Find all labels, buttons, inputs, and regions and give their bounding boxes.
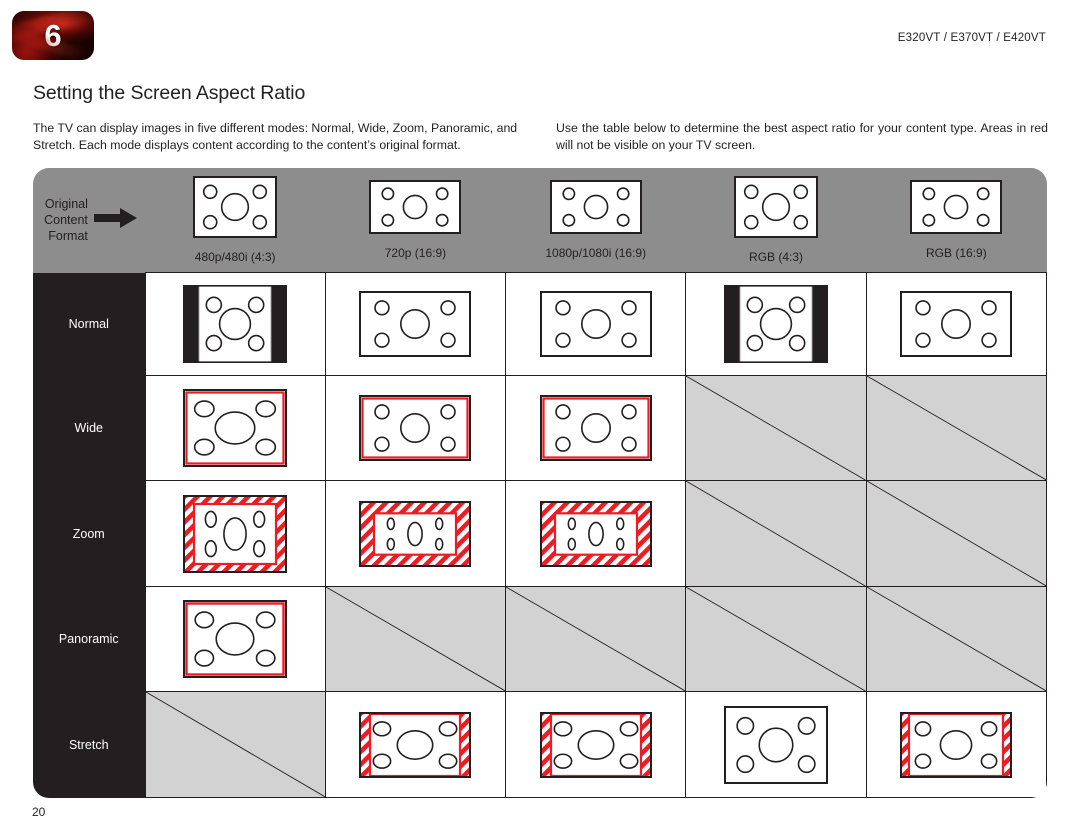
mode-label-stretch[interactable]: Stretch: [33, 691, 145, 798]
page-title: Setting the Screen Aspect Ratio: [33, 82, 306, 104]
aspect-figure-zoom-1080: [506, 500, 685, 567]
aspect-figure-stretch-720: [326, 711, 505, 778]
column-header-720: 720p (16:9): [325, 168, 506, 273]
cell-panoramic-rgb169: [865, 586, 1047, 692]
aspect-figure-normal-1080: [506, 291, 685, 357]
column-header-thumbnail-rgb43: [730, 172, 822, 243]
intro-right-line-1: Use the table below to determine the bes…: [556, 121, 978, 135]
cell-zoom-1080: [505, 480, 687, 587]
cell-zoom-480: [144, 480, 326, 587]
cell-zoom-rgb43: [685, 480, 867, 587]
column-header-rgb169: RGB (16:9): [866, 168, 1047, 273]
chapter-badge-number: 6: [44, 17, 62, 53]
table-row-zoom: Zoom: [33, 480, 1047, 587]
original-content-format-text: Original Content Format: [44, 197, 88, 244]
column-header-thumbnail-480: [189, 172, 281, 243]
unavailable-diagonal-icon: [506, 587, 685, 691]
chapter-badge: 6: [12, 11, 94, 60]
cell-normal-720: [324, 272, 507, 376]
aspect-figure-wide-480: [146, 389, 325, 467]
column-header-rgb43: RGB (4:3): [685, 168, 867, 273]
aspect-figure-wide-720: [326, 395, 505, 461]
cell-stretch-1080: [505, 691, 687, 798]
aspect-figure-wide-1080: [506, 395, 685, 461]
cell-wide-rgb43: [685, 375, 867, 481]
column-header-thumbnail-720: [365, 176, 465, 239]
intro-paragraph-left: The TV can display images in five differ…: [33, 121, 518, 152]
mode-label-panoramic[interactable]: Panoramic: [33, 586, 145, 692]
aspect-figure-stretch-rgb169: [867, 711, 1046, 778]
mode-label-normal[interactable]: Normal: [33, 272, 145, 376]
column-header-1080: 1080p/1080i (16:9): [505, 168, 686, 273]
column-header-480: 480p/480i (4:3): [145, 168, 326, 273]
unavailable-diagonal-icon: [686, 481, 865, 586]
unavailable-diagonal-icon: [146, 692, 325, 797]
aspect-ratio-grid: Original Content Format 480p/480i (4:3) 72…: [33, 168, 1047, 798]
cell-panoramic-1080: [505, 586, 687, 692]
mode-label-zoom[interactable]: Zoom: [33, 480, 145, 587]
cell-normal-480: [144, 272, 326, 376]
right-arrow-icon: [93, 207, 138, 234]
cell-stretch-480: [144, 691, 326, 798]
cell-zoom-720: [324, 480, 507, 587]
model-numbers: E320VT / E370VT / E420VT: [897, 32, 1046, 44]
column-header-thumbnail-rgb169: [906, 176, 1006, 239]
page-number: 20: [32, 805, 46, 819]
aspect-figure-stretch-rgb43: [686, 705, 865, 784]
column-header-caption: 1080p/1080i (16:9): [545, 246, 647, 260]
cell-wide-1080: [505, 375, 687, 481]
table-row-normal: Normal: [33, 272, 1047, 376]
cell-stretch-rgb169: [865, 691, 1047, 798]
cell-stretch-720: [324, 691, 507, 798]
cell-wide-720: [324, 375, 507, 481]
table-header-row: Original Content Format 480p/480i (4:3) 72…: [33, 168, 1047, 273]
cell-stretch-rgb43: [685, 691, 867, 798]
table-row-panoramic: Panoramic: [33, 586, 1047, 692]
unavailable-diagonal-icon: [867, 481, 1046, 586]
aspect-ratio-table: Original Content Format 480p/480i (4:3) 72…: [33, 168, 1047, 798]
table-row-wide: Wide: [33, 375, 1047, 481]
cell-normal-rgb43: [685, 272, 867, 376]
cell-normal-rgb169: [865, 272, 1047, 376]
column-header-caption: 720p (16:9): [384, 246, 447, 260]
column-header-thumbnail-1080: [546, 176, 646, 239]
original-content-format-label: Original Content Format: [33, 168, 145, 273]
cell-panoramic-rgb43: [685, 586, 867, 692]
cell-panoramic-480: [144, 586, 326, 692]
aspect-figure-normal-480: [146, 285, 325, 363]
aspect-figure-panoramic-480: [146, 600, 325, 678]
cell-zoom-rgb169: [865, 480, 1047, 587]
cell-panoramic-720: [324, 586, 507, 692]
unavailable-diagonal-icon: [686, 376, 865, 480]
unavailable-diagonal-icon: [867, 376, 1046, 480]
column-header-caption: RGB (4:3): [749, 250, 804, 264]
mode-label-wide[interactable]: Wide: [33, 375, 145, 481]
column-header-caption: 480p/480i (4:3): [194, 250, 276, 264]
aspect-figure-normal-rgb169: [867, 291, 1046, 357]
column-header-caption: RGB (16:9): [926, 246, 987, 260]
aspect-figure-stretch-1080: [506, 711, 685, 778]
table-row-stretch: Stretch: [33, 691, 1047, 798]
aspect-figure-normal-720: [326, 291, 505, 357]
unavailable-diagonal-icon: [686, 587, 865, 691]
cell-wide-rgb169: [865, 375, 1047, 481]
aspect-figure-zoom-480: [146, 494, 325, 573]
aspect-figure-normal-rgb43: [686, 285, 865, 363]
unavailable-diagonal-icon: [326, 587, 505, 691]
cell-normal-1080: [505, 272, 687, 376]
aspect-figure-zoom-720: [326, 500, 505, 567]
cell-wide-480: [144, 375, 326, 481]
unavailable-diagonal-icon: [867, 587, 1046, 691]
intro-paragraph-right: Use the table below to determine the bes…: [556, 120, 1048, 154]
aspect-ratio-grid-body: Original Content Format 480p/480i (4:3) 72…: [33, 168, 1047, 798]
